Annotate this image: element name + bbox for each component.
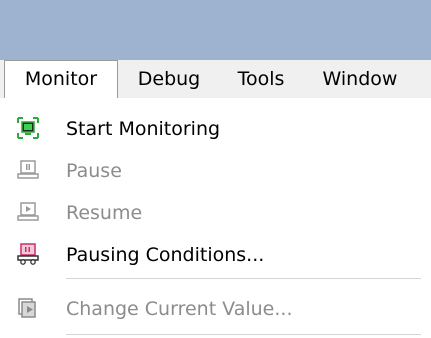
menu-separator-bottom bbox=[66, 334, 421, 335]
menu-item-pausing-conditions[interactable]: Pausing Conditions... bbox=[0, 234, 431, 276]
menu-item-pause[interactable]: Pause bbox=[0, 150, 431, 192]
menu-item-start-monitoring[interactable]: Start Monitoring bbox=[0, 108, 431, 150]
menu-tools[interactable]: Tools bbox=[222, 60, 300, 98]
pausing-conditions-icon bbox=[16, 242, 40, 266]
menu-debug[interactable]: Debug bbox=[124, 60, 214, 98]
menu-item-label: Pausing Conditions... bbox=[66, 244, 265, 266]
window-titlebar bbox=[0, 0, 431, 60]
menu-item-label: Start Monitoring bbox=[66, 118, 221, 140]
change-current-value-icon bbox=[16, 296, 40, 320]
menu-monitor[interactable]: Monitor bbox=[4, 60, 118, 98]
menu-item-label: Resume bbox=[66, 202, 143, 224]
start-monitoring-icon bbox=[16, 116, 40, 140]
menu-item-label: Pause bbox=[66, 160, 122, 182]
menu-separator bbox=[66, 278, 421, 279]
menu-window[interactable]: Window bbox=[308, 60, 412, 98]
resume-icon bbox=[16, 200, 40, 224]
menu-item-change-current-value[interactable]: Change Current Value... bbox=[0, 288, 431, 330]
menu-bar: Monitor Debug Tools Window bbox=[0, 60, 431, 99]
menu-item-resume[interactable]: Resume bbox=[0, 192, 431, 234]
menu-item-label: Change Current Value... bbox=[66, 298, 293, 320]
pause-icon bbox=[16, 158, 40, 182]
monitor-dropdown-menu: Start Monitoring Pause Resume Pausing Co… bbox=[0, 98, 431, 338]
